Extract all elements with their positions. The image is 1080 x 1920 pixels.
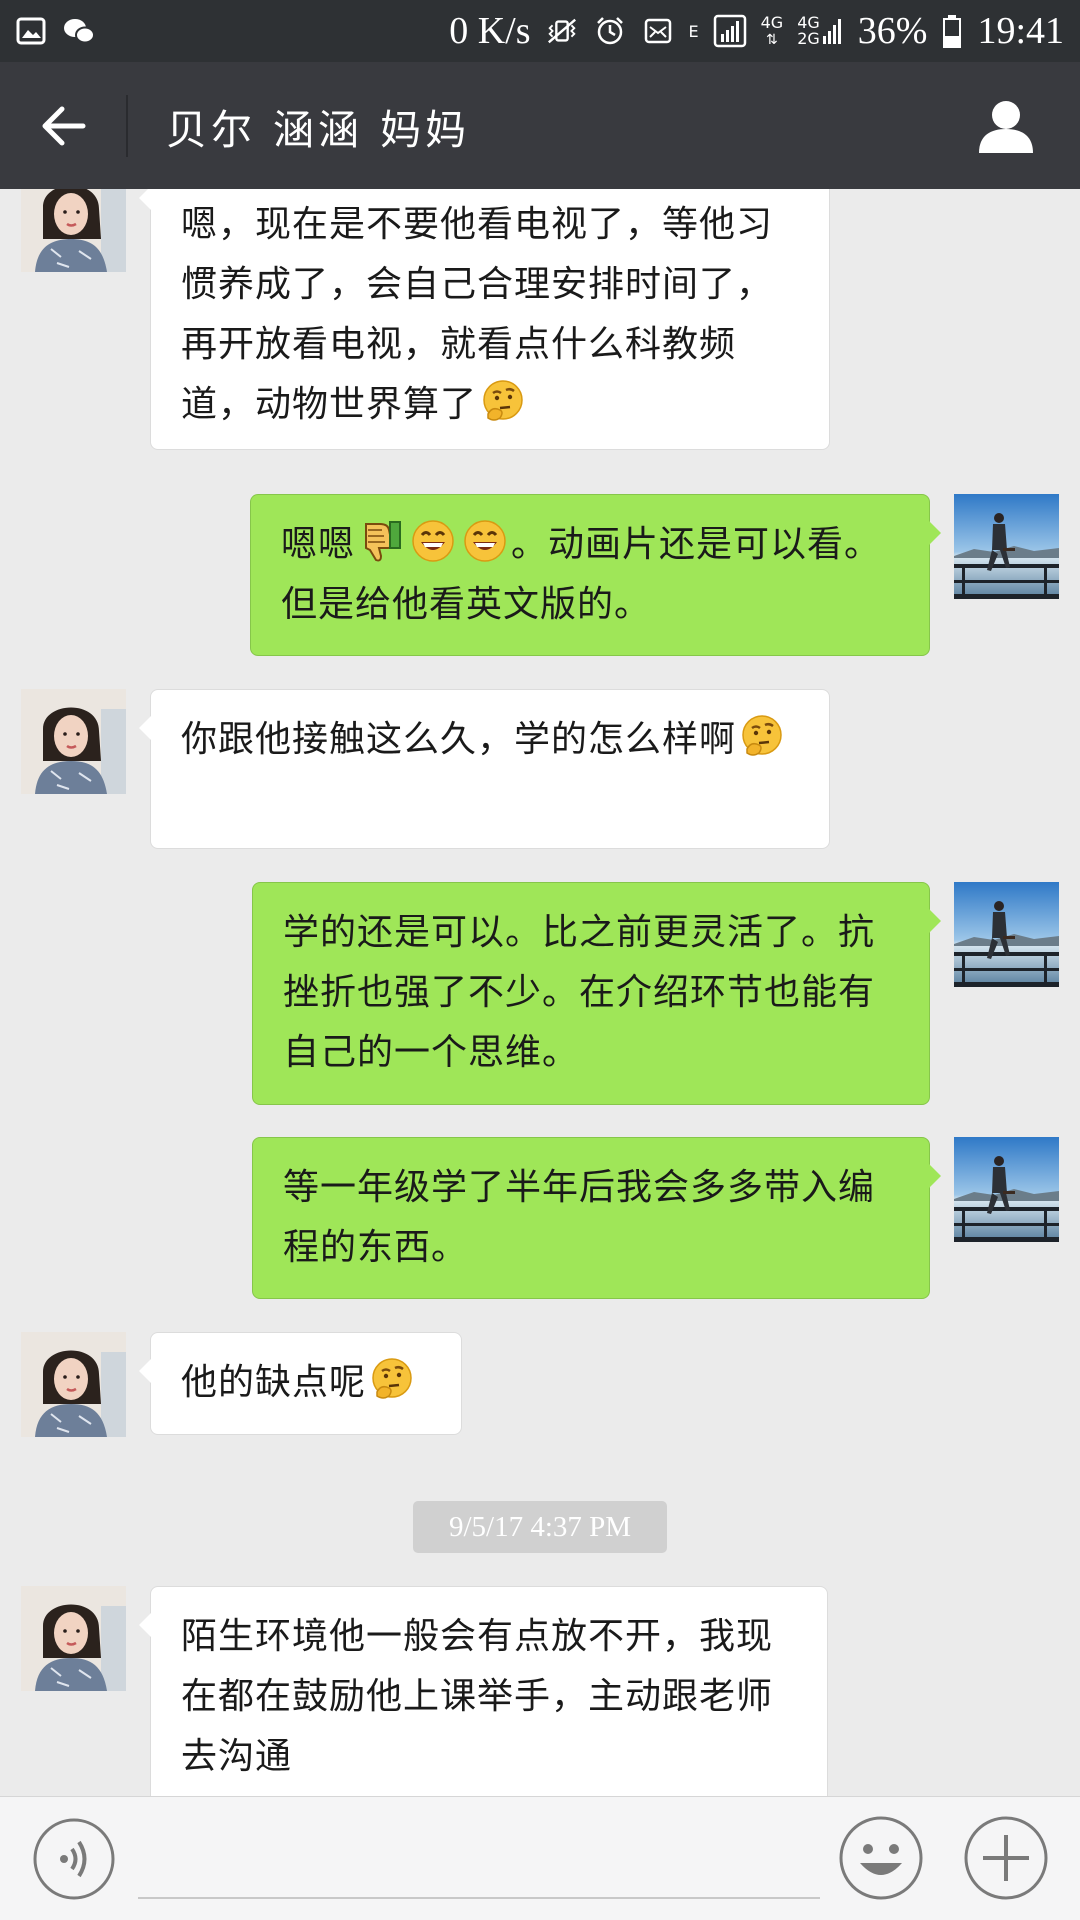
chat-title: 贝尔 涵涵 妈妈 <box>166 105 471 154</box>
network-speed: 0 K/s <box>449 10 531 52</box>
network-type-e: E <box>688 22 699 41</box>
contact-avatar[interactable] <box>21 189 126 272</box>
grinning-face-emoji-icon <box>462 518 508 564</box>
message-list[interactable]: 嗯，现在是不要他看电视了，等他习惯养成了，会自己合理安排时间了，再开放看电视，就… <box>0 189 1080 1796</box>
signal-strength-icon <box>713 14 747 48</box>
message-text: 学的还是可以。比之前更灵活了。抗挫折也强了不少。在介绍环节也能有自己的一个思维。 <box>283 912 876 1073</box>
message-text: 他的缺点呢 <box>181 1362 367 1403</box>
alarm-icon <box>593 14 627 48</box>
grinning-face-emoji-icon <box>410 518 456 564</box>
status-bar: 0 K/s E 4G ⇅ 4G 2G 36% 19:41 <box>0 0 1080 62</box>
contact-avatar-image <box>21 1332 126 1437</box>
contact-avatar-image <box>21 189 126 272</box>
plus-icon <box>964 1816 1048 1900</box>
thinking-face-emoji-icon <box>369 1356 415 1402</box>
back-button[interactable] <box>0 62 126 189</box>
smiley-face-icon <box>839 1816 923 1900</box>
message-bubble-incoming[interactable]: 陌生环境他一般会有点放不开，我现在都在鼓励他上课举手，主动跟老师去沟通 <box>139 1586 828 1796</box>
voice-input-button[interactable] <box>32 1817 116 1901</box>
my-avatar-image <box>954 882 1059 987</box>
message-text: 嗯嗯 <box>281 524 356 565</box>
my-avatar[interactable] <box>954 494 1059 599</box>
chat-info-button[interactable] <box>962 82 1050 170</box>
message-bubble-incoming[interactable]: 你跟他接触这么久，学的怎么样啊 <box>139 689 830 849</box>
chat-header: 贝尔 涵涵 妈妈 <box>0 62 1080 189</box>
message-text: 陌生环境他一般会有点放不开，我现在都在鼓励他上课举手，主动跟老师去沟通 <box>181 1616 774 1777</box>
clock: 19:41 <box>977 10 1064 52</box>
message-bubble-incoming[interactable]: 他的缺点呢 <box>139 1332 462 1435</box>
signal-bars-icon <box>822 19 841 44</box>
my-avatar-image <box>954 494 1059 599</box>
message-text: 嗯，现在是不要他看电视了，等他习惯养成了，会自己合理安排时间了，再开放看电视，就… <box>181 204 774 425</box>
contact-avatar[interactable] <box>21 689 126 794</box>
my-avatar[interactable] <box>954 1137 1059 1242</box>
message-bubble-outgoing[interactable]: 嗯嗯 。动画片还是可以看。但是给他看英文版的。 <box>250 494 941 656</box>
network-type-4g2g: 4G 2G <box>797 15 844 47</box>
user-profile-icon <box>979 101 1033 153</box>
message-timestamp: 9/5/17 4:37 PM <box>413 1501 667 1553</box>
contact-avatar-image <box>21 1586 126 1691</box>
network-2g-label: 2G <box>797 29 820 48</box>
battery-icon <box>941 14 963 48</box>
message-bubble-incoming[interactable]: 嗯，现在是不要他看电视了，等他习惯养成了，会自己合理安排时间了，再开放看电视，就… <box>139 189 830 450</box>
voice-icon <box>33 1818 115 1900</box>
contact-avatar[interactable] <box>21 1586 126 1691</box>
thinking-face-emoji-icon <box>480 378 526 424</box>
input-bar <box>0 1796 1080 1920</box>
arrow-left-icon <box>42 106 86 145</box>
gallery-notification-icon <box>14 14 48 48</box>
contact-avatar-image <box>21 689 126 794</box>
message-notification-icon <box>641 14 675 48</box>
vibrate-mute-icon <box>545 14 579 48</box>
message-input[interactable] <box>138 1819 820 1899</box>
contact-avatar[interactable] <box>21 1332 126 1437</box>
message-text: 你跟他接触这么久，学的怎么样啊 <box>181 719 737 760</box>
more-actions-button[interactable] <box>963 1815 1049 1901</box>
battery-percent: 36% <box>857 10 928 52</box>
network-type-4g: 4G ⇅ <box>760 13 784 48</box>
emoji-picker-button[interactable] <box>838 1815 924 1901</box>
header-divider <box>126 94 128 157</box>
thinking-face-emoji-icon <box>739 713 785 759</box>
my-avatar[interactable] <box>954 882 1059 987</box>
wechat-notification-icon <box>62 14 96 48</box>
my-avatar-image <box>954 1137 1059 1242</box>
message-bubble-outgoing[interactable]: 学的还是可以。比之前更灵活了。抗挫折也强了不少。在介绍环节也能有自己的一个思维。 <box>252 882 941 1105</box>
network-4g-label: 4G <box>760 13 784 32</box>
message-bubble-outgoing[interactable]: 等一年级学了半年后我会多多带入编程的东西。 <box>252 1137 941 1299</box>
message-text: 等一年级学了半年后我会多多带入编程的东西。 <box>283 1167 876 1268</box>
thumbs-down-emoji-icon <box>358 518 404 564</box>
